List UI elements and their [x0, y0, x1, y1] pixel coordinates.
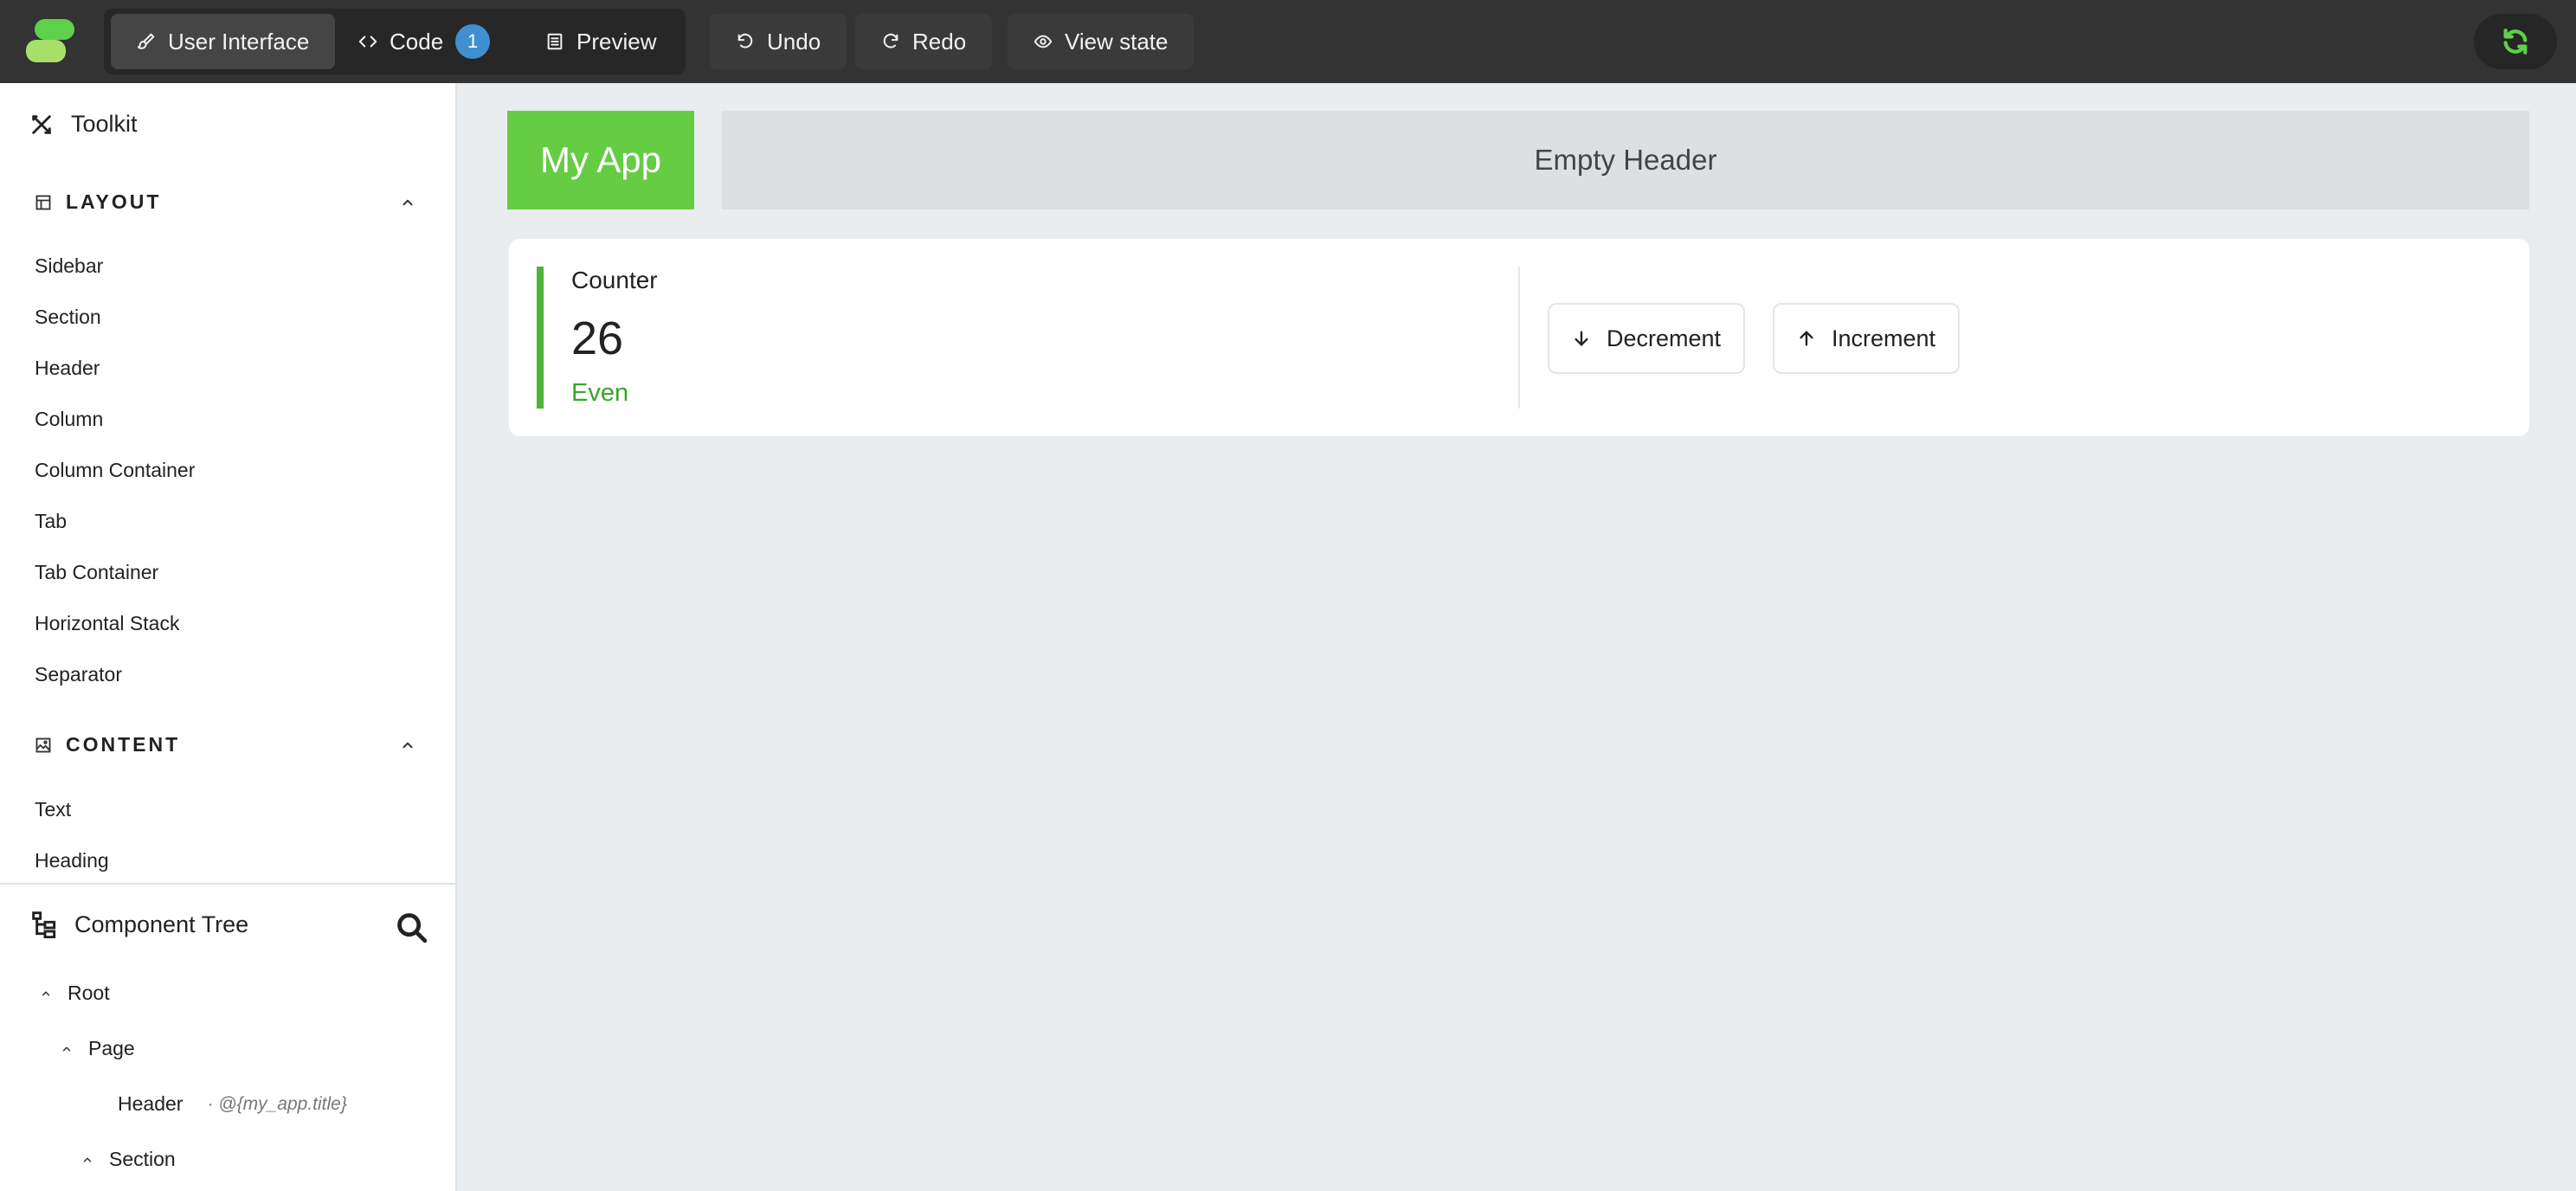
app-logo-icon — [26, 19, 74, 62]
tree-node-header[interactable]: Header · @{my_app.title} — [118, 1092, 347, 1116]
eye-icon — [1034, 35, 1053, 48]
toolkit-item-column-container[interactable]: Column Container — [35, 459, 195, 482]
toolkit-item-text[interactable]: Text — [35, 798, 71, 821]
redo-icon — [883, 33, 898, 48]
chevron-up-icon — [62, 1046, 71, 1052]
chevron-up-icon — [402, 742, 413, 748]
chevron-up-icon — [402, 199, 413, 205]
empty-header[interactable]: Empty Header — [722, 111, 2529, 209]
tab-code[interactable]: Code 1 — [332, 14, 516, 69]
app-title-header[interactable]: My App — [507, 111, 694, 209]
counter-label: Counter — [571, 267, 658, 293]
sync-status-button[interactable] — [2474, 14, 2557, 69]
toolkit-item-heading[interactable]: Heading — [35, 849, 109, 872]
counter-value: 26 — [571, 312, 624, 364]
toolkit-item-section[interactable]: Section — [35, 306, 101, 329]
undo-label: Undo — [767, 28, 821, 55]
redo-button[interactable]: Redo — [855, 14, 993, 69]
toolkit-item-horizontal-stack[interactable]: Horizontal Stack — [35, 612, 179, 635]
tree-node-label: Header — [118, 1092, 184, 1115]
undo-icon — [737, 33, 753, 48]
counter-parity: Even — [571, 379, 629, 407]
toolkit-item-tab-container[interactable]: Tab Container — [35, 561, 158, 584]
tools-icon — [32, 114, 51, 134]
preview-icon — [547, 33, 563, 50]
layout-group-title: LAYOUT — [66, 190, 162, 213]
tab-user-interface[interactable]: User Interface — [111, 14, 336, 69]
code-icon — [358, 35, 377, 48]
content-group-title: CONTENT — [66, 733, 181, 756]
arrow-down-icon — [1575, 331, 1588, 346]
toolkit-item-header[interactable]: Header — [35, 357, 100, 380]
tree-search-button[interactable] — [395, 911, 429, 945]
brush-icon — [137, 33, 155, 49]
toolkit-item-tab[interactable]: Tab — [35, 510, 67, 533]
view-state-button[interactable]: View state — [1008, 14, 1195, 69]
decrement-button[interactable]: Decrement — [1548, 303, 1745, 374]
tree-structure-icon — [32, 911, 56, 938]
tab-preview-label: Preview — [576, 28, 657, 55]
toolkit-header: Toolkit — [29, 111, 138, 138]
layout-icon — [35, 195, 51, 209]
component-tree-panel: Component Tree Root Page Header · @{my_a… — [0, 883, 455, 1191]
chevron-up-icon — [83, 1156, 92, 1162]
increment-button[interactable]: Increment — [1773, 303, 1960, 374]
tree-node-label: Section — [109, 1148, 176, 1170]
counter-divider — [1518, 267, 1520, 409]
tree-node-label: Root — [68, 982, 110, 1004]
increment-label: Increment — [1831, 325, 1935, 351]
toolkit-title: Toolkit — [71, 111, 138, 137]
search-icon — [397, 913, 428, 943]
component-tree-header: Component Tree — [31, 911, 248, 938]
redo-label: Redo — [912, 28, 967, 55]
counter-accent-bar — [537, 267, 544, 409]
content-group-header[interactable]: CONTENT — [35, 733, 415, 756]
refresh-icon — [2503, 29, 2528, 55]
tree-node-page[interactable]: Page — [61, 1037, 135, 1060]
left-sidebar: Toolkit LAYOUT Sidebar Section Header Co… — [0, 83, 457, 1191]
tab-code-label: Code — [390, 28, 444, 55]
component-tree-title: Component Tree — [74, 911, 249, 937]
tab-preview[interactable]: Preview — [519, 14, 682, 69]
toolkit-item-column[interactable]: Column — [35, 408, 103, 431]
undo-button[interactable]: Undo — [710, 14, 847, 69]
tree-node-root[interactable]: Root — [40, 982, 110, 1005]
image-icon — [35, 737, 51, 752]
tree-node-binding: · @{my_app.title} — [207, 1093, 347, 1114]
layout-group-header[interactable]: LAYOUT — [35, 190, 415, 214]
code-count-badge: 1 — [455, 24, 491, 59]
arrow-up-icon — [1800, 331, 1813, 346]
decrement-label: Decrement — [1606, 325, 1721, 351]
counter-section[interactable]: Counter 26 Even Decrement Increment — [509, 239, 2529, 436]
toolkit-item-separator[interactable]: Separator — [35, 663, 122, 686]
chevron-up-icon — [42, 990, 50, 996]
view-state-label: View state — [1065, 28, 1169, 55]
top-toolbar: User Interface Code 1 Preview Undo Redo … — [0, 0, 2576, 83]
toolkit-item-sidebar[interactable]: Sidebar — [35, 254, 103, 278]
tree-node-section[interactable]: Section — [81, 1148, 176, 1171]
tree-node-label: Page — [88, 1037, 135, 1059]
tab-user-interface-label: User Interface — [168, 28, 310, 55]
